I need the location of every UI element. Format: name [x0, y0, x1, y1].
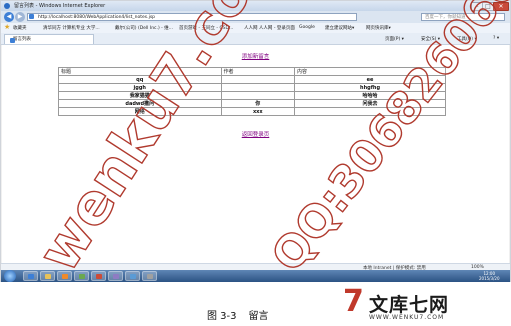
app-taskbar-button[interactable] — [142, 271, 157, 281]
figure-number: 图 3-3 — [207, 311, 237, 322]
page-icon — [10, 38, 15, 43]
ie-icon — [28, 274, 34, 279]
cell-author: 你 — [220, 99, 296, 108]
logo-name: 文库七网 — [369, 294, 450, 316]
page-icon — [29, 14, 34, 19]
cell-author — [220, 83, 296, 92]
system-clock[interactable]: 12:00 2015/3/20 — [479, 271, 500, 281]
app-taskbar-button[interactable] — [91, 271, 106, 281]
back-to-home-link[interactable]: 返回登录页 — [2, 130, 509, 138]
tab-current[interactable]: 留言列表 — [4, 34, 94, 44]
favorite-link[interactable]: 建立建议网站▾ — [325, 25, 354, 31]
app-icon — [96, 274, 102, 279]
wenku7-logo: 7 文库七网 WWW.WENKU7.COM — [343, 287, 508, 325]
ie-taskbar-button[interactable] — [23, 271, 38, 281]
favorites-button[interactable]: 收藏夹 — [13, 25, 27, 31]
figure-caption: 图 3-3 留言 — [207, 307, 269, 322]
ie-logo-icon — [4, 3, 10, 9]
figure-title: 留言 — [248, 311, 269, 322]
column-header-author: 作者 — [220, 67, 296, 76]
favorite-link[interactable]: Google — [299, 25, 315, 30]
logo-url: WWW.WENKU7.COM — [369, 314, 445, 321]
cell-author — [220, 91, 296, 100]
cell-author — [220, 75, 296, 84]
clock-date: 2015/3/20 — [479, 276, 500, 281]
folder-icon — [45, 274, 51, 279]
forward-button[interactable]: ▶ — [15, 12, 25, 22]
app-icon — [147, 274, 153, 279]
favorite-link[interactable]: 清华同方 计算机专业 大学... — [43, 25, 100, 31]
app-taskbar-button[interactable] — [108, 271, 123, 281]
start-button[interactable] — [4, 270, 16, 282]
app-icon — [113, 274, 119, 279]
favorite-link[interactable]: 网页快讯库▾ — [366, 25, 391, 31]
table-header-row: 标题 作者 内容 — [58, 67, 446, 76]
favorites-star-icon[interactable]: ★ — [4, 23, 10, 31]
favorite-link[interactable]: 戴尔(公司) (Dell Inc.) - 维... — [115, 25, 173, 31]
cell-author: xxx — [220, 107, 296, 116]
page-menu[interactable]: 页面(P) ▾ — [385, 36, 404, 42]
favorite-link[interactable]: 人人网 人人网 - 登录页面 — [244, 25, 295, 31]
app-icon — [130, 274, 136, 279]
tab-label: 留言列表 — [13, 37, 31, 42]
window-title: 留言列表 - Windows Internet Explorer — [14, 3, 106, 9]
help-menu[interactable]: ? ▾ — [493, 36, 499, 41]
explorer-taskbar-button[interactable] — [40, 271, 55, 281]
back-button[interactable]: ◀ — [4, 12, 14, 22]
app-taskbar-button[interactable] — [125, 271, 140, 281]
table-row: qq ee — [58, 75, 446, 84]
logo-mark: 7 — [343, 284, 364, 319]
